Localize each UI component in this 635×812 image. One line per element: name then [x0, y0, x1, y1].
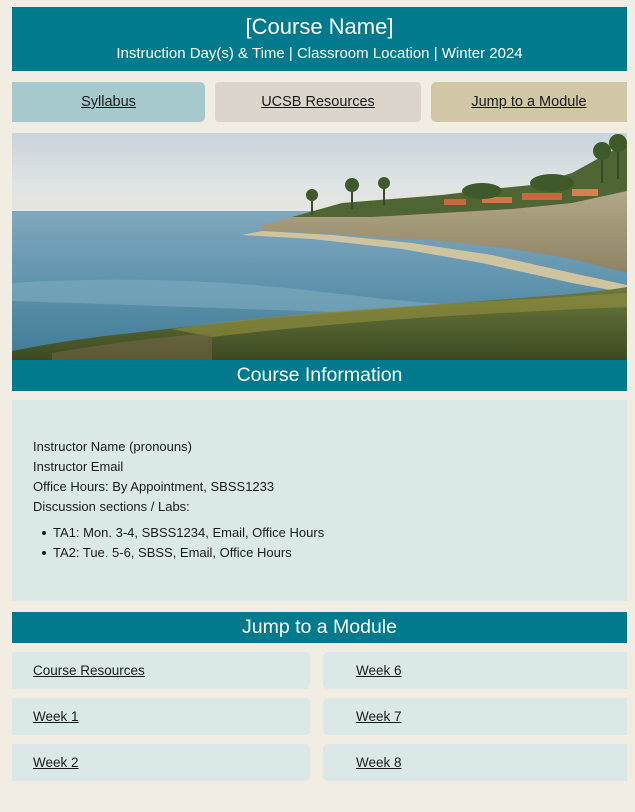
course-information-panel: Instructor Name (pronouns) Instructor Em…	[12, 400, 627, 601]
jump-to-module-button[interactable]: Jump to a Module	[431, 82, 627, 122]
module-link-week-7[interactable]: Week 7	[323, 698, 627, 735]
module-link-week-6[interactable]: Week 6	[323, 652, 627, 689]
instructor-email: Instructor Email	[33, 459, 124, 474]
syllabus-button[interactable]: Syllabus	[12, 82, 205, 122]
office-hours: Office Hours: By Appointment, SBSS1233	[33, 479, 275, 494]
course-page: [Course Name] Instruction Day(s) & Time …	[12, 7, 627, 812]
campus-coastline-photo	[12, 133, 627, 360]
module-link-week-2[interactable]: Week 2	[12, 744, 310, 781]
sections-list: TA1: Mon. 3-4, SBSS1234, Email, Office H…	[33, 523, 627, 563]
instructor-name: Instructor Name (pronouns)	[33, 439, 192, 454]
module-link-week-8[interactable]: Week 8	[323, 744, 627, 781]
sections-label: Discussion sections / Labs:	[33, 499, 190, 514]
top-nav: Syllabus UCSB Resources Jump to a Module	[12, 82, 627, 122]
course-banner: [Course Name] Instruction Day(s) & Time …	[12, 7, 627, 71]
course-information-header: Course Information	[12, 360, 627, 391]
list-item: TA1: Mon. 3-4, SBSS1234, Email, Office H…	[42, 523, 627, 543]
module-link-week-1[interactable]: Week 1	[12, 698, 310, 735]
list-item: TA2: Tue. 5-6, SBSS, Email, Office Hours	[42, 543, 627, 563]
module-grid: Course Resources Week 1 Week 2 Week 6 We…	[12, 652, 627, 812]
course-title: [Course Name]	[245, 14, 394, 39]
jump-to-module-header: Jump to a Module	[12, 612, 627, 643]
course-subtitle: Instruction Day(s) & Time | Classroom Lo…	[116, 45, 523, 62]
ucsb-resources-button[interactable]: UCSB Resources	[215, 82, 421, 122]
module-link-course-resources[interactable]: Course Resources	[12, 652, 310, 689]
